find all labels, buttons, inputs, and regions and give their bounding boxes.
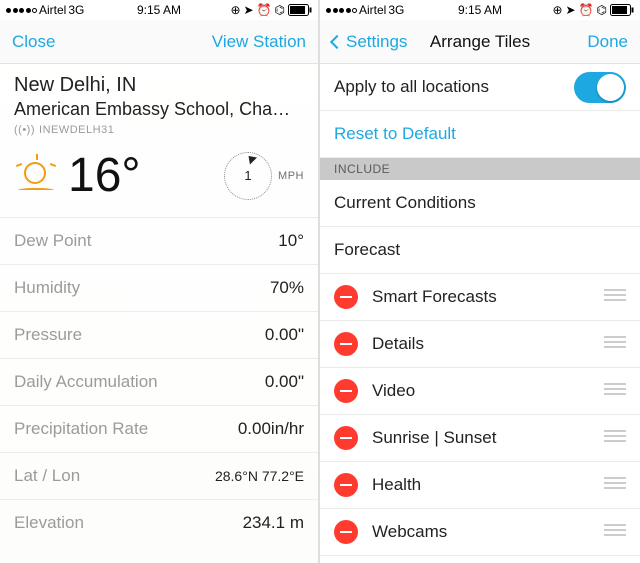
metric-label: Humidity: [14, 278, 80, 298]
drag-handle-icon[interactable]: [604, 430, 626, 446]
apply-all-row: Apply to all locations: [320, 64, 640, 111]
status-time: 9:15 AM: [137, 3, 181, 17]
metric-value: 0.00in/hr: [238, 419, 304, 439]
location-header: New Delhi, IN American Embassy School, C…: [0, 64, 318, 142]
editable-tiles-list: Smart Forecasts Details Video Sunrise | Sun…: [320, 274, 640, 556]
metric-label: Pressure: [14, 325, 82, 345]
metric-label: Precipitation Rate: [14, 419, 148, 439]
drag-handle-icon[interactable]: [604, 477, 626, 493]
status-bar: Airtel 3G 9:15 AM ⊕ ➤ ⏰ ⌬: [0, 0, 318, 20]
broadcast-icon: ((•)): [14, 124, 35, 136]
nav-bar: Close View Station: [0, 20, 318, 64]
chevron-left-icon: [330, 34, 344, 48]
tile-row: Smart Forecasts: [320, 274, 640, 321]
wind-dial: 1: [224, 152, 272, 200]
drag-handle-icon[interactable]: [604, 383, 626, 399]
tile-label: Forecast: [334, 240, 400, 260]
tile-row: Webcams: [320, 509, 640, 556]
tile-label: Smart Forecasts: [372, 287, 596, 307]
done-button[interactable]: Done: [587, 32, 628, 51]
status-bar: Airtel 3G 9:15 AM ⊕ ➤ ⏰ ⌬: [320, 0, 640, 20]
close-button[interactable]: Close: [12, 32, 55, 52]
metric-value: 28.6°N 77.2°E: [215, 468, 304, 484]
network-label: 3G: [388, 3, 404, 17]
network-label: 3G: [68, 3, 84, 17]
current-conditions-row: 16° 1 MPH: [0, 142, 318, 217]
metric-row: Precipitation Rate 0.00in/hr: [0, 405, 318, 452]
orientation-lock-icon: ⊕: [552, 3, 562, 17]
reset-link[interactable]: Reset to Default: [334, 124, 456, 144]
remove-button[interactable]: [334, 473, 358, 497]
station-id: ((•)) INEWDELH31: [14, 124, 304, 136]
metric-row: Humidity 70%: [0, 264, 318, 311]
metric-value: 10°: [278, 231, 304, 251]
metric-row: Lat / Lon 28.6°N 77.2°E: [0, 452, 318, 499]
drag-handle-icon[interactable]: [604, 289, 626, 305]
tile-row: Health: [320, 462, 640, 509]
fixed-tiles-list: Current Conditions Forecast: [320, 180, 640, 274]
signal-strength-icon: [326, 8, 357, 13]
bluetooth-icon: ⌬: [275, 3, 285, 17]
tile-label: Sunrise | Sunset: [372, 428, 596, 448]
apply-all-toggle[interactable]: [574, 72, 626, 103]
metric-label: Lat / Lon: [14, 466, 80, 486]
tile-row: Video: [320, 368, 640, 415]
tile-label: Webcams: [372, 522, 596, 542]
back-button[interactable]: Settings: [332, 32, 407, 52]
signal-strength-icon: [6, 8, 37, 13]
location-icon: ➤: [566, 3, 576, 17]
metric-row: Dew Point 10°: [0, 217, 318, 264]
wind-unit: MPH: [278, 170, 304, 182]
reset-row[interactable]: Reset to Default: [320, 111, 640, 158]
tile-row: Details: [320, 321, 640, 368]
metric-row: Elevation 234.1 m: [0, 499, 318, 546]
drag-handle-icon[interactable]: [604, 336, 626, 352]
status-time: 9:15 AM: [458, 3, 502, 17]
orientation-lock-icon: ⊕: [230, 3, 240, 17]
tile-label: Health: [372, 475, 596, 495]
location-subtitle: American Embassy School, Cha…: [14, 99, 304, 120]
partly-sunny-icon: [14, 154, 58, 198]
metric-row: Pressure 0.00": [0, 311, 318, 358]
nav-title: Arrange Tiles: [430, 32, 530, 52]
location-title: New Delhi, IN: [14, 74, 304, 97]
temperature-value: 16°: [68, 148, 141, 203]
weather-station-pane: Airtel 3G 9:15 AM ⊕ ➤ ⏰ ⌬ Close View Sta…: [0, 0, 320, 563]
remove-button[interactable]: [334, 332, 358, 356]
arrange-tiles-pane: Airtel 3G 9:15 AM ⊕ ➤ ⏰ ⌬ Settings Arran…: [320, 0, 640, 563]
drag-handle-icon[interactable]: [604, 524, 626, 540]
tile-row: Forecast: [320, 227, 640, 274]
metrics-list: Dew Point10°Humidity70%Pressure0.00"Dail…: [0, 217, 318, 546]
bluetooth-icon: ⌬: [597, 3, 607, 17]
remove-button[interactable]: [334, 379, 358, 403]
tile-row: Sunrise | Sunset: [320, 415, 640, 462]
carrier-label: Airtel: [39, 3, 66, 17]
metric-value: 0.00": [265, 372, 304, 392]
tile-label: Current Conditions: [334, 193, 476, 213]
include-section-header: INCLUDE: [320, 158, 640, 180]
metric-label: Elevation: [14, 513, 84, 533]
remove-button[interactable]: [334, 520, 358, 544]
nav-bar: Settings Arrange Tiles Done: [320, 20, 640, 64]
alarm-icon: ⏰: [257, 3, 272, 17]
metric-label: Dew Point: [14, 231, 91, 251]
remove-button[interactable]: [334, 426, 358, 450]
tile-row: Current Conditions: [320, 180, 640, 227]
metric-value: 234.1 m: [243, 513, 304, 533]
tile-label: Video: [372, 381, 596, 401]
metric-label: Daily Accumulation: [14, 372, 158, 392]
battery-icon: [610, 4, 634, 16]
alarm-icon: ⏰: [579, 3, 594, 17]
apply-all-label: Apply to all locations: [334, 77, 574, 97]
carrier-label: Airtel: [359, 3, 386, 17]
metric-row: Daily Accumulation 0.00": [0, 358, 318, 405]
tile-label: Details: [372, 334, 596, 354]
view-station-button[interactable]: View Station: [212, 32, 306, 51]
remove-button[interactable]: [334, 285, 358, 309]
location-icon: ➤: [244, 3, 254, 17]
battery-icon: [288, 4, 312, 16]
metric-value: 70%: [270, 278, 304, 298]
metric-value: 0.00": [265, 325, 304, 345]
